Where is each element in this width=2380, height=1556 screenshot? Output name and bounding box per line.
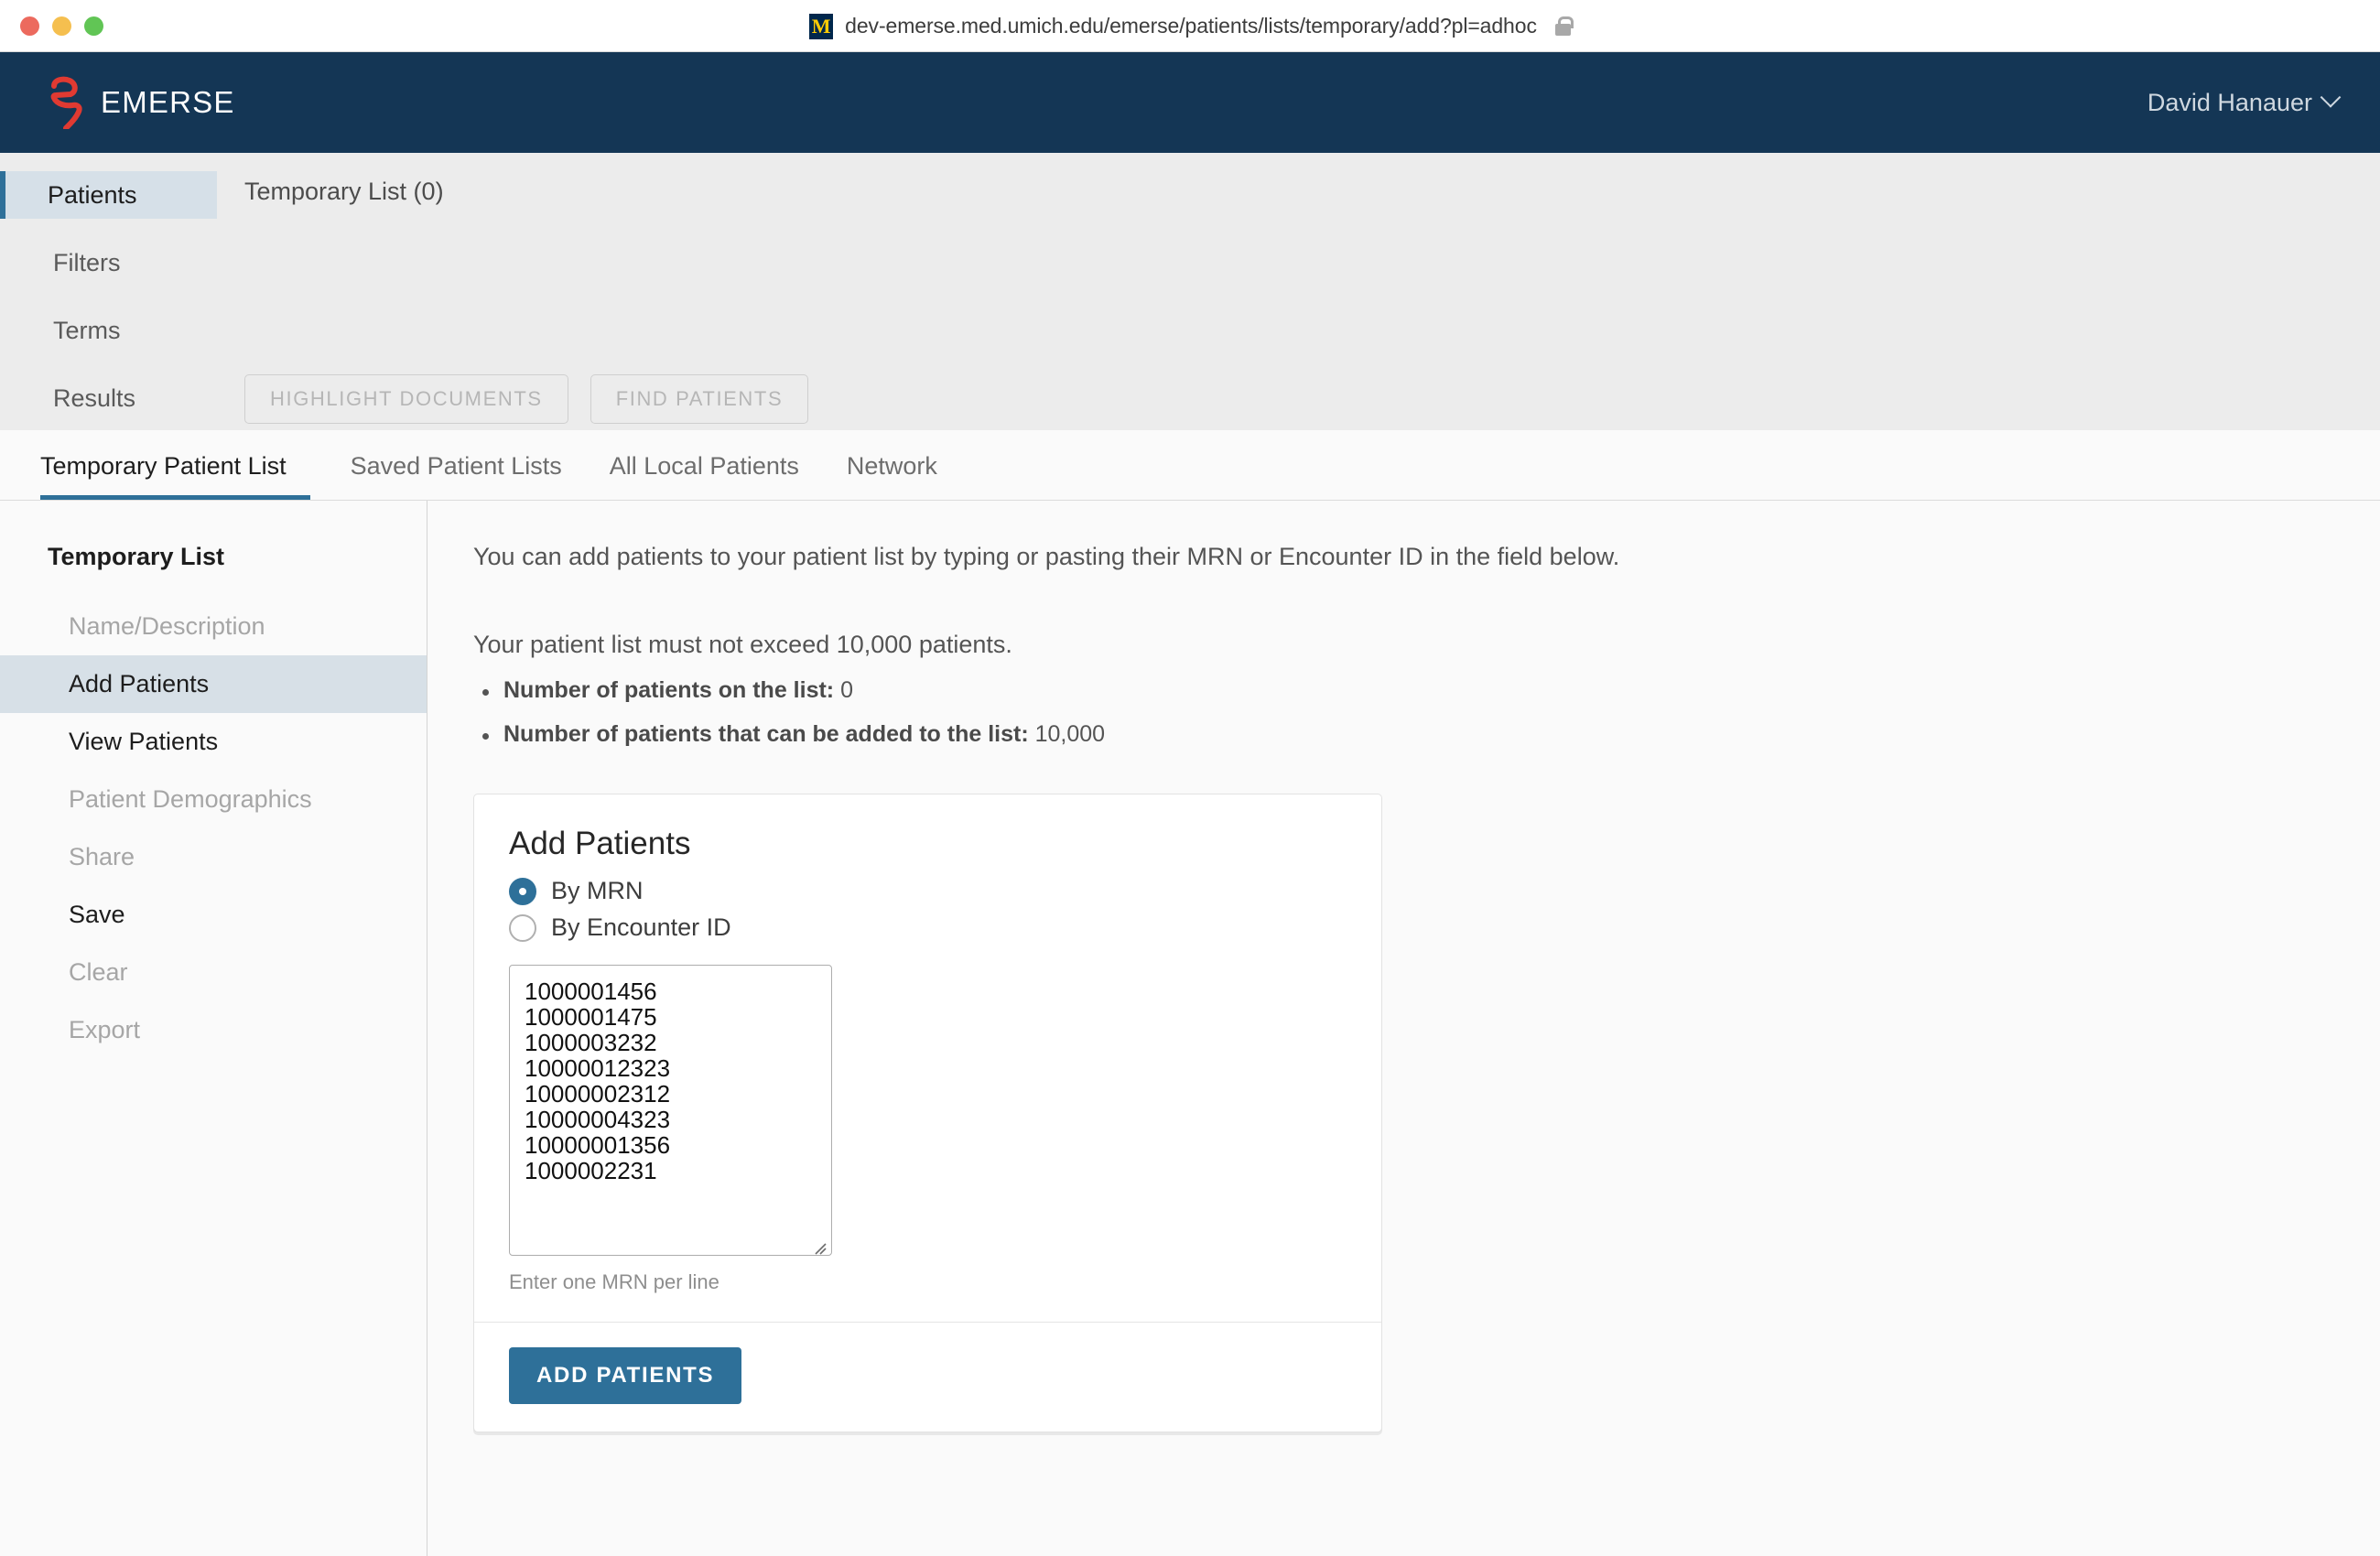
side-nav-title: Temporary List xyxy=(48,543,225,570)
workflow-step-filters[interactable]: Filters xyxy=(0,239,217,286)
workflow-step-label: Filters xyxy=(53,248,121,276)
radio-by-encounter-id-icon[interactable] xyxy=(509,913,536,942)
radio-by-mrn-icon[interactable] xyxy=(509,877,536,905)
close-window-button[interactable] xyxy=(20,16,39,36)
lock-icon xyxy=(1554,16,1574,36)
fact-patients-on-list: Number of patients on the list: 0 xyxy=(473,677,2380,704)
emerse-logo-icon xyxy=(48,76,88,131)
workflow-steps: Patients Filters Terms Results xyxy=(0,153,217,430)
umich-favicon-icon: M xyxy=(809,13,834,39)
workflow-bar: Patients Filters Terms Results Temporary… xyxy=(0,153,2380,430)
sidebar-item-clear[interactable]: Clear xyxy=(0,944,427,1001)
mrn-input-hint: Enter one MRN per line xyxy=(509,1270,719,1293)
tab-network[interactable]: Network xyxy=(823,452,961,500)
add-patients-button[interactable]: ADD PATIENTS xyxy=(509,1347,742,1404)
radio-by-encounter-id-label: By Encounter ID xyxy=(551,913,731,941)
browser-chrome: M dev-emerse.med.umich.edu/emerse/patien… xyxy=(0,0,2380,52)
fact-value: 0 xyxy=(840,677,853,703)
workflow-actions: HIGHLIGHT DOCUMENTS FIND PATIENTS xyxy=(244,374,809,424)
temporary-list-count: Temporary List (0) xyxy=(244,178,444,205)
patient-list-tabs: Temporary Patient List Saved Patient Lis… xyxy=(0,430,2380,501)
mrn-input[interactable] xyxy=(509,965,832,1256)
list-side-nav: Temporary List Name/Description Add Pati… xyxy=(0,501,427,1556)
fact-value: 10,000 xyxy=(1034,721,1106,747)
list-facts: Number of patients on the list: 0 Number… xyxy=(473,677,2380,748)
find-patients-button[interactable]: FIND PATIENTS xyxy=(590,374,809,424)
workflow-step-results[interactable]: Results xyxy=(0,374,217,422)
add-patients-card: Add Patients By MRN By Encounter ID 1000… xyxy=(473,794,1382,1432)
sidebar-item-export[interactable]: Export xyxy=(0,1001,427,1059)
sidebar-item-add-patients[interactable]: Add Patients xyxy=(0,655,427,713)
chevron-down-icon xyxy=(2320,87,2342,108)
radio-by-mrn-label: By MRN xyxy=(551,877,644,904)
radio-option-by-mrn[interactable]: By MRN xyxy=(509,877,1347,905)
add-patients-card-footer: ADD PATIENTS xyxy=(474,1322,1381,1432)
workflow-step-label: Patients xyxy=(48,180,137,209)
app-header: EMERSE David Hanauer xyxy=(0,52,2380,153)
radio-option-by-encounter-id[interactable]: By Encounter ID xyxy=(509,913,1347,942)
tab-saved-patient-lists[interactable]: Saved Patient Lists xyxy=(327,452,586,500)
sidebar-item-name-description[interactable]: Name/Description xyxy=(0,598,427,655)
fact-label: Number of patients on the list: xyxy=(503,677,835,703)
fact-patients-can-add: Number of patients that can be added to … xyxy=(473,721,2380,748)
fact-label: Number of patients that can be added to … xyxy=(503,721,1029,747)
window-controls[interactable] xyxy=(20,16,103,36)
workflow-step-patients[interactable]: Patients xyxy=(0,171,217,219)
sidebar-item-patient-demographics[interactable]: Patient Demographics xyxy=(0,771,427,828)
mrn-input-wrap xyxy=(509,950,832,1260)
content-panel: You can add patients to your patient lis… xyxy=(427,501,2380,1556)
brand-name: EMERSE xyxy=(101,85,235,119)
sidebar-item-save[interactable]: Save xyxy=(0,886,427,944)
highlight-documents-button[interactable]: HIGHLIGHT DOCUMENTS xyxy=(244,374,568,424)
user-name: David Hanauer xyxy=(2147,88,2312,116)
brand[interactable]: EMERSE xyxy=(48,76,235,131)
maximize-window-button[interactable] xyxy=(84,16,103,36)
card-title: Add Patients xyxy=(509,826,691,861)
tab-all-local-patients[interactable]: All Local Patients xyxy=(586,452,823,500)
limit-text: Your patient list must not exceed 10,000… xyxy=(473,631,1012,658)
user-menu[interactable]: David Hanauer xyxy=(2147,87,2342,117)
workflow-content: Temporary List (0) HIGHLIGHT DOCUMENTS F… xyxy=(217,153,2380,430)
workflow-step-terms[interactable]: Terms xyxy=(0,307,217,354)
intro-text: You can add patients to your patient lis… xyxy=(473,543,1620,570)
url-text: dev-emerse.med.umich.edu/emerse/patients… xyxy=(845,14,1537,38)
tab-temporary-patient-list[interactable]: Temporary Patient List xyxy=(40,452,310,500)
sidebar-item-view-patients[interactable]: View Patients xyxy=(0,713,427,771)
minimize-window-button[interactable] xyxy=(52,16,71,36)
address-bar[interactable]: M dev-emerse.med.umich.edu/emerse/patien… xyxy=(0,0,2380,52)
workflow-step-label: Terms xyxy=(53,316,121,344)
page-body: Temporary List Name/Description Add Pati… xyxy=(0,501,2380,1556)
add-patients-card-body: Add Patients By MRN By Encounter ID 1000… xyxy=(474,794,1381,1322)
workflow-step-label: Results xyxy=(53,384,136,412)
sidebar-item-share[interactable]: Share xyxy=(0,828,427,886)
